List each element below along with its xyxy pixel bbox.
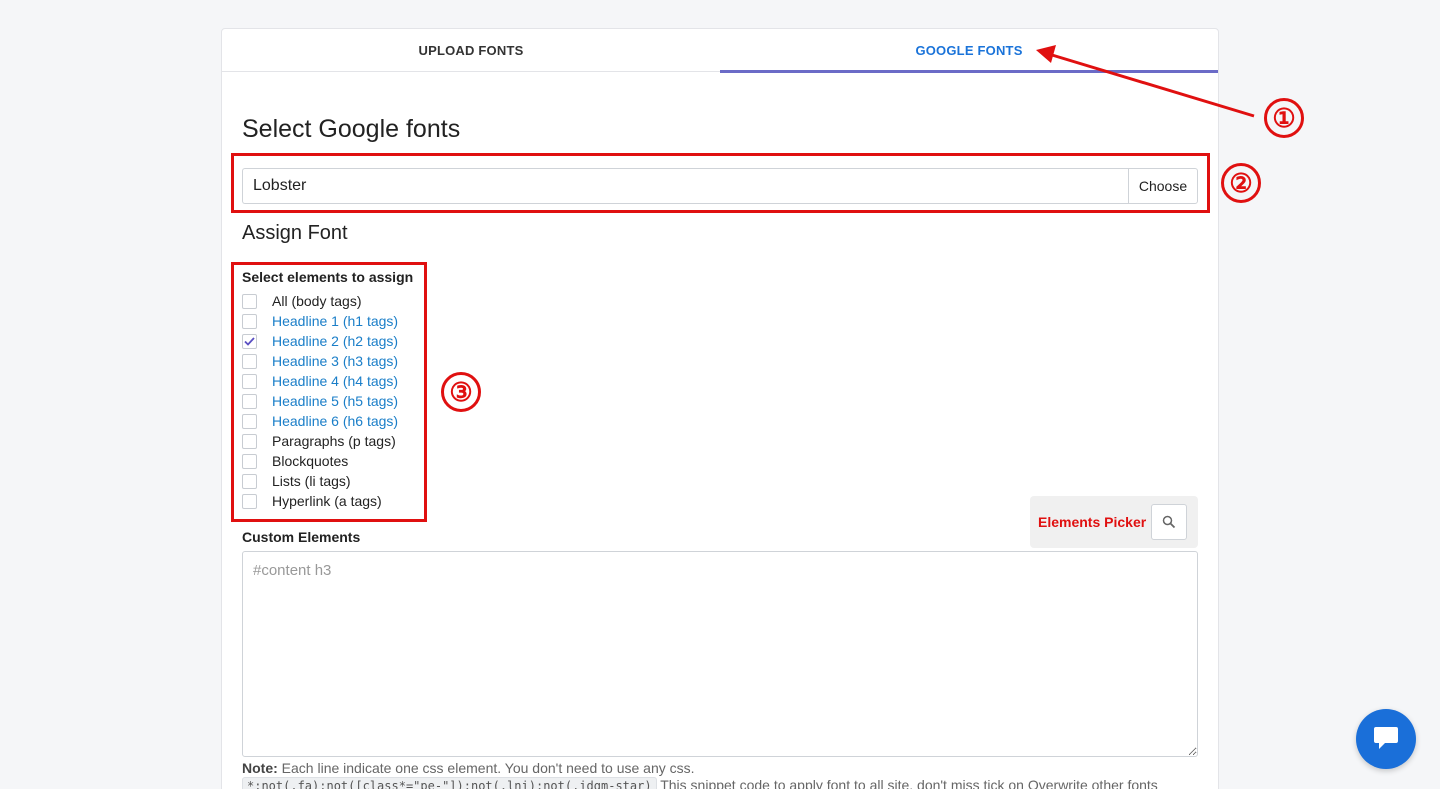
css-snippet: *:not(.fa):not([class*="pe-"]):not(.lni)… bbox=[242, 777, 657, 789]
chat-bubble-icon bbox=[1374, 727, 1398, 749]
section-title: Select Google fonts bbox=[242, 115, 461, 143]
chat-button[interactable] bbox=[1356, 709, 1416, 769]
elements-picker-label: Elements Picker bbox=[1038, 514, 1147, 530]
elements-picker-button[interactable] bbox=[1151, 504, 1187, 540]
tab-upload-fonts[interactable]: UPLOAD FONTS bbox=[222, 29, 720, 71]
elements-picker: Elements Picker bbox=[1030, 496, 1198, 548]
annotation-box-elements bbox=[231, 262, 427, 522]
custom-elements-label: Custom Elements bbox=[242, 529, 361, 545]
search-icon bbox=[1162, 515, 1176, 529]
tab-bar: UPLOAD FONTS GOOGLE FONTS bbox=[222, 29, 1218, 73]
custom-elements-textarea[interactable] bbox=[242, 551, 1198, 757]
annotation-number-2: ② bbox=[1221, 163, 1261, 203]
annotation-number-3: ③ bbox=[441, 372, 481, 412]
annotation-number-1: ① bbox=[1264, 98, 1304, 138]
snippet-description: This snippet code to apply font to all s… bbox=[656, 777, 1158, 789]
note-label: Note: bbox=[242, 760, 278, 776]
note-text: Note: Each line indicate one css element… bbox=[242, 760, 695, 776]
snippet-line: *:not(.fa):not([class*="pe-"]):not(.lni)… bbox=[242, 777, 1158, 789]
note-body: Each line indicate one css element. You … bbox=[277, 760, 695, 776]
assign-font-title: Assign Font bbox=[242, 222, 348, 244]
tab-google-fonts[interactable]: GOOGLE FONTS bbox=[720, 29, 1218, 73]
annotation-box-font-input bbox=[231, 153, 1210, 213]
